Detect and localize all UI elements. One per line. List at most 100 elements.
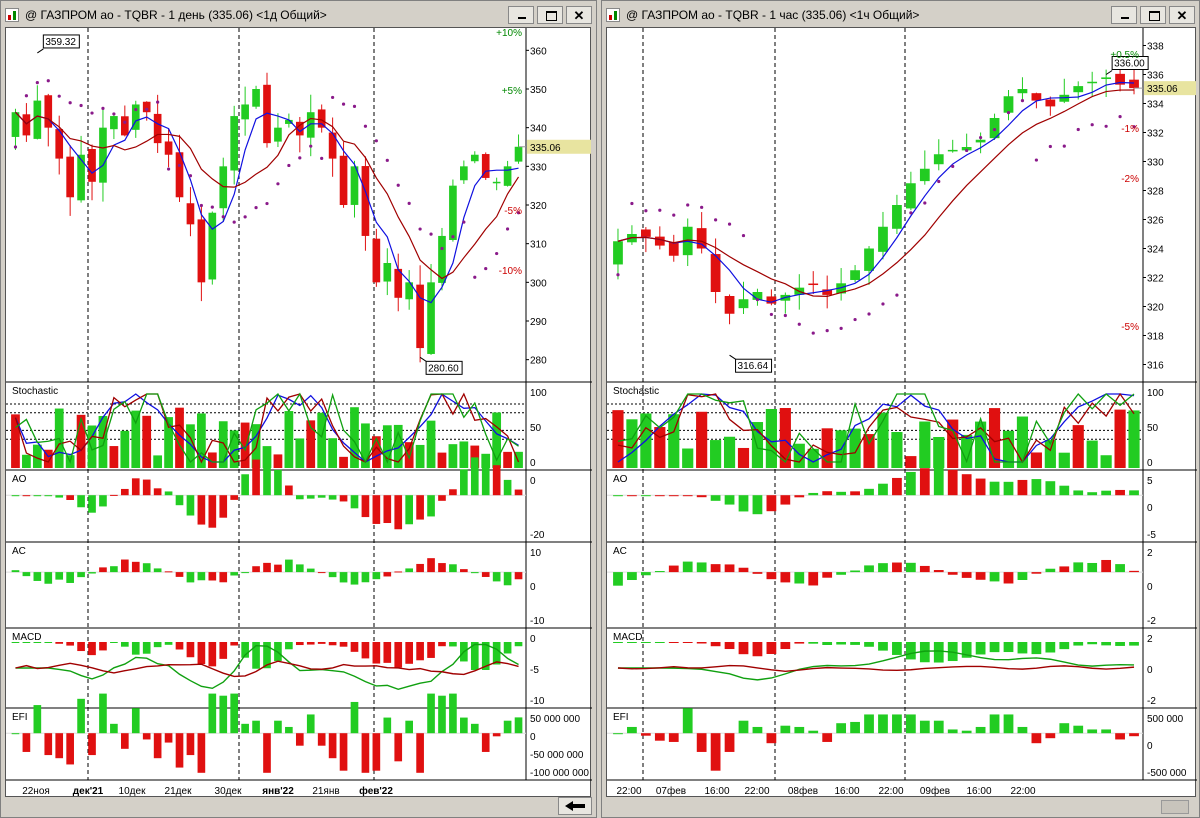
scroll-right-button[interactable]: [558, 797, 592, 815]
indicator-bar: [961, 572, 972, 578]
indicator-tick-label: -10: [530, 616, 545, 627]
sar-dot: [473, 275, 477, 279]
sar-dot: [254, 206, 258, 210]
indicator-bar: [613, 733, 623, 735]
indicator-bar: [752, 495, 763, 515]
indicator-bar: [989, 714, 1000, 734]
indicator-bar: [427, 558, 435, 573]
panel-title-ac: AC: [613, 546, 627, 557]
candle-body: [808, 283, 819, 286]
indicator-bar: [197, 495, 206, 525]
indicator-bar: [219, 495, 228, 518]
chart-svg[interactable]: 338 336 334 332 330 328 326 324 322 320 318 316 335.…: [607, 28, 1197, 798]
indicator-bar: [696, 562, 707, 573]
indicator-bar: [1059, 566, 1070, 573]
sar-dot: [341, 102, 346, 106]
indicator-bar: [1101, 490, 1112, 496]
stoch-bar: [891, 432, 903, 468]
candle-body: [1003, 96, 1014, 113]
indicator-bar: [892, 714, 902, 734]
macd-bar: [724, 642, 735, 650]
indicator-bar: [131, 708, 140, 734]
indicator-bar: [1087, 562, 1098, 573]
indicator-bar: [724, 564, 735, 573]
minimize-button[interactable]: [508, 6, 534, 24]
close-button[interactable]: ✕: [566, 6, 592, 24]
indicator-bar: [252, 566, 260, 573]
sar-dot: [1020, 99, 1025, 103]
indicator-bar: [738, 495, 749, 512]
candle-body: [1087, 81, 1098, 84]
indicator-bar: [1115, 564, 1125, 573]
indicator-bar: [919, 565, 930, 573]
sar-dot: [644, 209, 648, 213]
price-tick-label: 280: [530, 356, 547, 367]
indicator-bar: [383, 572, 392, 577]
chart-area[interactable]: 338 336 334 332 330 328 326 324 322 320 318 316 335.…: [606, 27, 1197, 798]
chart-window-daily[interactable]: @ ГАЗПРОМ ао - TQBR - 1 день (335.06) <1…: [0, 0, 597, 818]
indicator-bar: [668, 733, 679, 742]
indicator-bar: [892, 477, 902, 496]
indicator-bar: [640, 495, 651, 497]
indicator-bar: [88, 495, 96, 513]
indicator-bar: [306, 714, 315, 734]
sar-dot: [727, 222, 732, 226]
candle-body: [372, 238, 381, 283]
sar-dot: [374, 139, 378, 143]
sar-dot: [755, 297, 760, 302]
panel-title-ac: AC: [12, 546, 26, 557]
indicator-bar: [878, 714, 888, 734]
macd-bar: [317, 642, 326, 644]
indicator-bar: [416, 495, 424, 520]
indicator-bar: [361, 572, 370, 583]
macd-bar: [850, 642, 860, 645]
chart-area[interactable]: 360 350 340 330 320 310 300 290 280 335.06 359.32 2…: [5, 27, 592, 798]
indicator-bar: [492, 465, 501, 496]
stoch-bar: [197, 413, 206, 468]
sar-dot: [243, 215, 247, 219]
indicator-bar: [1059, 485, 1070, 496]
panel-title-ao: AO: [12, 474, 27, 485]
indicator-bar: [449, 693, 457, 734]
maximize-button[interactable]: [537, 6, 563, 24]
indicator-bar: [864, 488, 874, 496]
title-bar[interactable]: @ ГАЗПРОМ ао - TQBR - 1 день (335.06) <1…: [3, 4, 594, 26]
percent-mark: -2%: [1121, 174, 1139, 185]
indicator-bar: [878, 483, 888, 496]
indicator-bar: [850, 570, 860, 573]
candle-body: [514, 146, 523, 162]
indicator-bar: [285, 485, 293, 496]
macd-bar: [1003, 642, 1014, 653]
sar-dot: [331, 95, 335, 100]
indicator-bar: [175, 495, 184, 506]
stoch-bar: [737, 447, 750, 468]
window-title: @ ГАЗПРОМ ао - TQBR - 1 час (335.06) <1ч…: [626, 8, 920, 22]
indicator-bar: [33, 705, 42, 734]
chart-app-icon: [5, 8, 19, 22]
macd-bar: [230, 642, 239, 646]
indicator-bar: [416, 563, 424, 573]
indicator-bar: [1045, 481, 1056, 496]
indicator-bar: [1087, 492, 1098, 496]
chart-svg[interactable]: 360 350 340 330 320 310 300 290 280 335.06 359.32 2…: [6, 28, 592, 798]
chart-window-hourly[interactable]: @ ГАЗПРОМ ао - TQBR - 1 час (335.06) <1ч…: [601, 0, 1200, 818]
minimize-button[interactable]: [1111, 6, 1137, 24]
indicator-bar: [394, 571, 403, 573]
percent-mark: -1%: [1121, 124, 1139, 135]
title-bar[interactable]: @ ГАЗПРОМ ао - TQBR - 1 час (335.06) <1ч…: [604, 4, 1197, 26]
macd-line: [617, 650, 1135, 681]
close-button[interactable]: ✕: [1169, 6, 1195, 24]
indicator-bar: [306, 568, 315, 573]
sar-dot: [937, 179, 941, 184]
sar-dot: [505, 227, 510, 231]
indicator-bar: [405, 568, 413, 573]
price-tick-label: 318: [1147, 332, 1164, 343]
resize-grip[interactable]: [1161, 800, 1189, 814]
indicator-tick-label: 0: [1147, 665, 1153, 676]
indicator-bar: [481, 733, 490, 752]
sar-dot: [276, 182, 280, 186]
indicator-bar: [241, 723, 249, 734]
indicator-bar: [947, 572, 958, 575]
indicator-bar: [164, 491, 173, 496]
maximize-button[interactable]: [1140, 6, 1166, 24]
